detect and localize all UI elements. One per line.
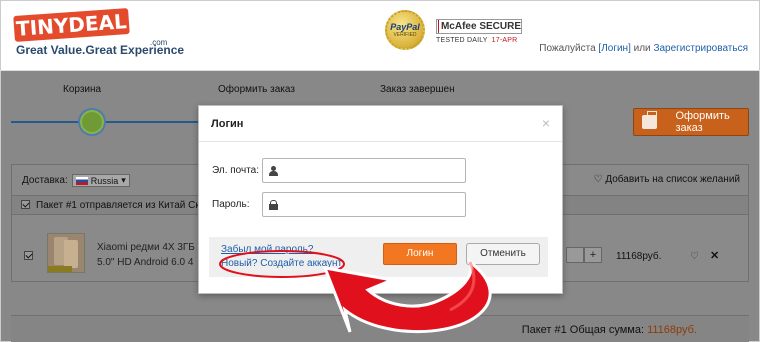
or-text: или bbox=[630, 43, 654, 54]
logo-title: TINYDEAL bbox=[13, 8, 130, 42]
heart-outline-icon: ♡ bbox=[593, 174, 603, 185]
total-value: 11168руб. bbox=[647, 324, 697, 336]
paypal-text: PayPal bbox=[390, 22, 420, 32]
progress-line bbox=[11, 121, 201, 123]
cancel-button[interactable]: Отменить bbox=[466, 243, 540, 265]
paypal-verified-badge: PayPal VERIFIED bbox=[385, 10, 425, 50]
item-checkbox[interactable] bbox=[24, 251, 33, 260]
modal-title: Логин bbox=[211, 118, 244, 130]
modal-header: Логин × bbox=[199, 106, 562, 142]
mcafee-title: McAfee SECURE bbox=[440, 21, 521, 32]
header-login-link[interactable]: [Логин] bbox=[598, 43, 630, 54]
product-title[interactable]: Xiaomi редми 4X 3ГБ 5.0" HD Android 6.0 … bbox=[97, 240, 195, 270]
password-label: Пароль: bbox=[212, 199, 250, 210]
site-logo[interactable]: TINYDEAL .com Great Value.Great Experien… bbox=[13, 8, 184, 60]
close-icon[interactable]: × bbox=[542, 115, 550, 131]
add-to-wishlist-link[interactable]: ♡ Добавить на список желаний bbox=[594, 174, 740, 185]
package-text: Пакет #1 отправляется из Китай Скл bbox=[36, 200, 206, 211]
mcafee-tested: TESTED DAILY 17-APR bbox=[436, 37, 522, 44]
create-account-line: Новый? Создайте аккаунт bbox=[221, 258, 342, 269]
remove-icon[interactable]: ✕ bbox=[710, 249, 719, 262]
email-label: Эл. почта: bbox=[212, 165, 260, 176]
quantity-plus-button[interactable]: + bbox=[584, 247, 602, 263]
bag-icon bbox=[642, 111, 658, 129]
logo-tagline: Great Value.Great Experience bbox=[16, 43, 185, 57]
delivery-row: Доставка: Russia ▾ bbox=[22, 174, 130, 187]
step-checkout: Оформить заказ bbox=[218, 84, 295, 95]
quantity-input[interactable] bbox=[566, 247, 584, 263]
quantity-stepper: + bbox=[566, 247, 602, 263]
new-prefix: Новый? bbox=[221, 258, 261, 269]
logo-letter-bg: TINYDEAL bbox=[13, 8, 130, 42]
email-input[interactable] bbox=[282, 160, 465, 181]
checkout-button[interactable]: Оформить заказ bbox=[633, 108, 749, 136]
mcafee-tested-text: TESTED DAILY bbox=[436, 37, 488, 44]
create-account-link[interactable]: Создайте аккаунт bbox=[260, 258, 342, 269]
heart-icon[interactable]: ♡ bbox=[690, 251, 699, 262]
password-input[interactable] bbox=[282, 194, 465, 215]
paypal-verified: VERIFIED bbox=[393, 32, 417, 38]
account-links: Пожалуйста [Логин] или Зарегистрироватьс… bbox=[539, 43, 748, 54]
step-cart: Корзина bbox=[63, 84, 102, 95]
login-modal: Логин × Эл. почта: Пароль: Забыл мой пар… bbox=[198, 105, 563, 294]
lock-icon bbox=[269, 199, 278, 210]
login-button[interactable]: Логин bbox=[383, 243, 457, 265]
chevron-down-icon: ▾ bbox=[121, 175, 126, 185]
email-field[interactable] bbox=[262, 158, 466, 183]
country-value: Russia bbox=[90, 175, 119, 186]
item-price: 11168руб. bbox=[616, 251, 662, 262]
step-complete: Заказ завершен bbox=[380, 84, 455, 95]
package-total-row: Пакет #1 Общая сумма: 11168руб. bbox=[11, 315, 749, 342]
welcome-text: Пожалуйста bbox=[539, 43, 599, 54]
package-total: Пакет #1 Общая сумма: 11168руб. bbox=[522, 324, 697, 336]
progress-current-dot bbox=[78, 108, 106, 136]
delivery-label: Доставка: bbox=[22, 175, 68, 186]
package-checkbox[interactable] bbox=[21, 200, 30, 209]
wishlist-label: Добавить на список желаний bbox=[605, 174, 740, 185]
register-link[interactable]: Зарегистрироваться bbox=[653, 43, 748, 54]
product-title-line1: Xiaomi редми 4X 3ГБ bbox=[97, 242, 195, 253]
mcafee-secure-badge: McAfee SECURE TESTED DAILY 17-APR bbox=[436, 19, 522, 44]
product-image[interactable] bbox=[47, 233, 85, 273]
checkout-button-label: Оформить заказ bbox=[675, 110, 730, 134]
product-title-line2: 5.0" HD Android 6.0 4 bbox=[97, 257, 194, 268]
mcafee-date: 17-APR bbox=[491, 37, 518, 44]
phone-shape bbox=[64, 240, 78, 268]
mcafee-shield-icon bbox=[438, 20, 439, 33]
country-select[interactable]: Russia ▾ bbox=[71, 174, 130, 187]
modal-footer: Забыл мой пароль? Новый? Создайте аккаун… bbox=[209, 237, 548, 277]
user-icon bbox=[269, 165, 278, 176]
forgot-password-link[interactable]: Забыл мой пароль? bbox=[221, 244, 313, 255]
password-field[interactable] bbox=[262, 192, 466, 217]
total-label: Пакет #1 Общая сумма: bbox=[521, 324, 648, 336]
product-tag bbox=[48, 266, 72, 272]
flag-icon bbox=[75, 176, 88, 185]
